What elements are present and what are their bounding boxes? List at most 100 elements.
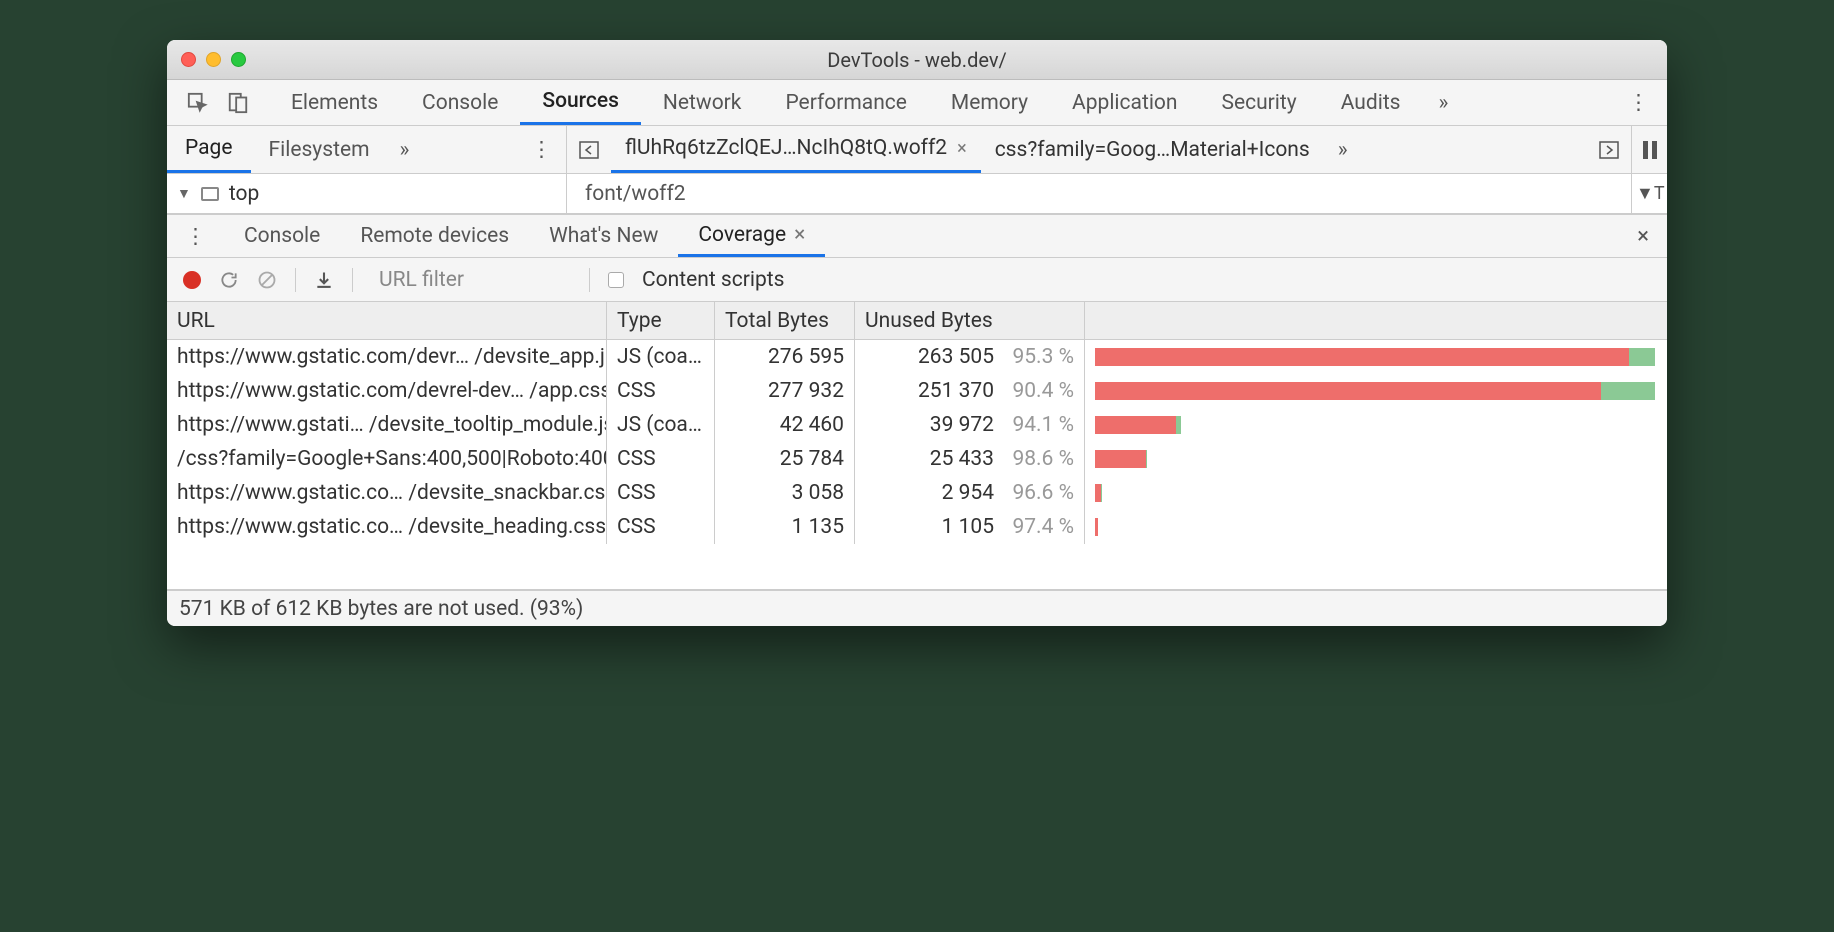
cell-bar	[1085, 510, 1667, 544]
drawer-tab-coverage[interactable]: Coverage ×	[678, 215, 825, 257]
table-row[interactable]: https://www.gstatic.com/devrel-dev… /app…	[167, 374, 1667, 408]
source-step-icon[interactable]	[1587, 140, 1631, 160]
col-bar	[1085, 302, 1667, 339]
more-tabs-icon[interactable]: »	[1423, 91, 1465, 115]
cell-bar	[1085, 374, 1667, 408]
cell-unused: 1 10597.4 %	[855, 510, 1085, 544]
coverage-table-body: https://www.gstatic.com/devr… /devsite_a…	[167, 340, 1667, 590]
clear-icon[interactable]	[257, 270, 277, 290]
drawer-close-icon[interactable]: ×	[1619, 224, 1667, 249]
table-row[interactable]: https://www.gstatic.com/devr… /devsite_a…	[167, 340, 1667, 374]
cell-url: /css?family=Google+Sans:400,500|Roboto:4…	[167, 442, 607, 476]
table-row[interactable]: https://www.gstati… /devsite_tooltip_mod…	[167, 408, 1667, 442]
settings-kebab-icon[interactable]: ⋮	[1610, 90, 1667, 115]
cell-total: 276 595	[715, 340, 855, 374]
cell-unused: 39 97294.1 %	[855, 408, 1085, 442]
tab-application[interactable]: Application	[1050, 80, 1199, 125]
right-sidebar-toggle[interactable]: ▼ T	[1631, 174, 1667, 213]
drawer-tab-coverage-label: Coverage	[698, 223, 786, 247]
cell-unused: 2 95496.6 %	[855, 476, 1085, 510]
reload-icon[interactable]	[219, 270, 239, 290]
source-tab-0[interactable]: flUhRq6tzZclQEJ…NcIhQ8tQ.woff2 ×	[611, 126, 981, 173]
cell-url: https://www.gstatic.com/devrel-dev… /app…	[167, 374, 607, 408]
source-more-icon[interactable]: »	[1324, 138, 1362, 162]
tab-console[interactable]: Console	[400, 80, 520, 125]
devtools-window: DevTools - web.dev/ Elements Console Sou…	[167, 40, 1667, 626]
separator	[295, 268, 296, 292]
navigator-more-icon[interactable]: »	[388, 138, 422, 162]
tab-memory[interactable]: Memory	[929, 80, 1050, 125]
drawer-tab-console[interactable]: Console	[224, 215, 340, 257]
pause-button[interactable]	[1631, 126, 1667, 173]
cell-url: https://www.gstatic.co… /devsite_heading…	[167, 510, 607, 544]
source-prev-icon[interactable]	[567, 140, 611, 160]
source-file-tabs: flUhRq6tzZclQEJ…NcIhQ8tQ.woff2 × css?fam…	[567, 126, 1631, 173]
col-total[interactable]: Total Bytes	[715, 302, 855, 339]
navigator-kebab-icon[interactable]: ⋮	[517, 137, 566, 162]
inspect-element-icon[interactable]	[187, 92, 209, 114]
source-content-type: font/woff2	[567, 174, 1631, 213]
drawer-tab-whats-new[interactable]: What's New	[529, 215, 678, 257]
content-scripts-checkbox[interactable]	[608, 272, 624, 288]
tab-sources[interactable]: Sources	[520, 80, 641, 125]
tab-elements[interactable]: Elements	[269, 80, 400, 125]
file-tree[interactable]: ▼ top	[167, 174, 567, 213]
close-icon[interactable]: ×	[957, 138, 967, 159]
coverage-table-header: URL Type Total Bytes Unused Bytes	[167, 302, 1667, 340]
separator	[589, 268, 590, 292]
col-unused[interactable]: Unused Bytes	[855, 302, 1085, 339]
cell-type: CSS	[607, 442, 715, 476]
close-icon[interactable]: ×	[794, 223, 805, 247]
tab-audits[interactable]: Audits	[1319, 80, 1423, 125]
table-row[interactable]: /css?family=Google+Sans:400,500|Roboto:4…	[167, 442, 1667, 476]
table-row[interactable]: https://www.gstatic.co… /devsite_snackba…	[167, 476, 1667, 510]
col-url[interactable]: URL	[167, 302, 607, 339]
tab-security[interactable]: Security	[1200, 80, 1319, 125]
url-filter-input[interactable]: URL filter	[371, 264, 571, 296]
cell-total: 1 135	[715, 510, 855, 544]
separator	[352, 268, 353, 292]
titlebar: DevTools - web.dev/	[167, 40, 1667, 80]
navigator-tab-filesystem[interactable]: Filesystem	[251, 126, 388, 173]
status-text: 571 KB of 612 KB bytes are not used. (93…	[179, 597, 583, 621]
cell-bar	[1085, 340, 1667, 374]
navigator-tab-page[interactable]: Page	[167, 126, 251, 173]
cell-total: 277 932	[715, 374, 855, 408]
content-scripts-label: Content scripts	[642, 268, 784, 292]
drawer-kebab-icon[interactable]: ⋮	[167, 224, 224, 249]
cell-type: CSS	[607, 476, 715, 510]
cell-type: JS (coa…	[607, 408, 715, 442]
navigator-tabs: Page Filesystem » ⋮	[167, 126, 567, 173]
cell-unused: 263 50595.3 %	[855, 340, 1085, 374]
main-tabbar: Elements Console Sources Network Perform…	[167, 80, 1667, 126]
cell-type: CSS	[607, 374, 715, 408]
record-button[interactable]	[183, 271, 201, 289]
cell-total: 42 460	[715, 408, 855, 442]
cell-bar	[1085, 408, 1667, 442]
cell-total: 25 784	[715, 442, 855, 476]
cell-url: https://www.gstati… /devsite_tooltip_mod…	[167, 408, 607, 442]
cell-type: JS (coa…	[607, 340, 715, 374]
cell-url: https://www.gstatic.com/devr… /devsite_a…	[167, 340, 607, 374]
cell-unused: 25 43398.6 %	[855, 442, 1085, 476]
col-type[interactable]: Type	[607, 302, 715, 339]
cell-total: 3 058	[715, 476, 855, 510]
sources-subheader: Page Filesystem » ⋮ flUhRq6tzZclQEJ…NcIh…	[167, 126, 1667, 174]
cell-url: https://www.gstatic.co… /devsite_snackba…	[167, 476, 607, 510]
source-tab-0-label: flUhRq6tzZclQEJ…NcIhQ8tQ.woff2	[625, 136, 947, 160]
source-tab-1[interactable]: css?family=Goog…Material+Icons	[981, 126, 1324, 173]
tree-expand-icon[interactable]: ▼	[177, 185, 191, 202]
device-toolbar-icon[interactable]	[227, 92, 249, 114]
source-tab-1-label: css?family=Goog…Material+Icons	[995, 138, 1310, 162]
drawer-tab-remote-devices[interactable]: Remote devices	[340, 215, 529, 257]
drawer-tabbar: ⋮ Console Remote devices What's New Cove…	[167, 214, 1667, 258]
sources-content-row: ▼ top font/woff2 ▼ T	[167, 174, 1667, 214]
window-title: DevTools - web.dev/	[167, 48, 1667, 72]
coverage-statusbar: 571 KB of 612 KB bytes are not used. (93…	[167, 590, 1667, 626]
table-row[interactable]: https://www.gstatic.co… /devsite_heading…	[167, 510, 1667, 544]
tab-performance[interactable]: Performance	[763, 80, 928, 125]
export-icon[interactable]	[314, 270, 334, 290]
cell-bar	[1085, 442, 1667, 476]
tab-network[interactable]: Network	[641, 80, 764, 125]
cell-unused: 251 37090.4 %	[855, 374, 1085, 408]
